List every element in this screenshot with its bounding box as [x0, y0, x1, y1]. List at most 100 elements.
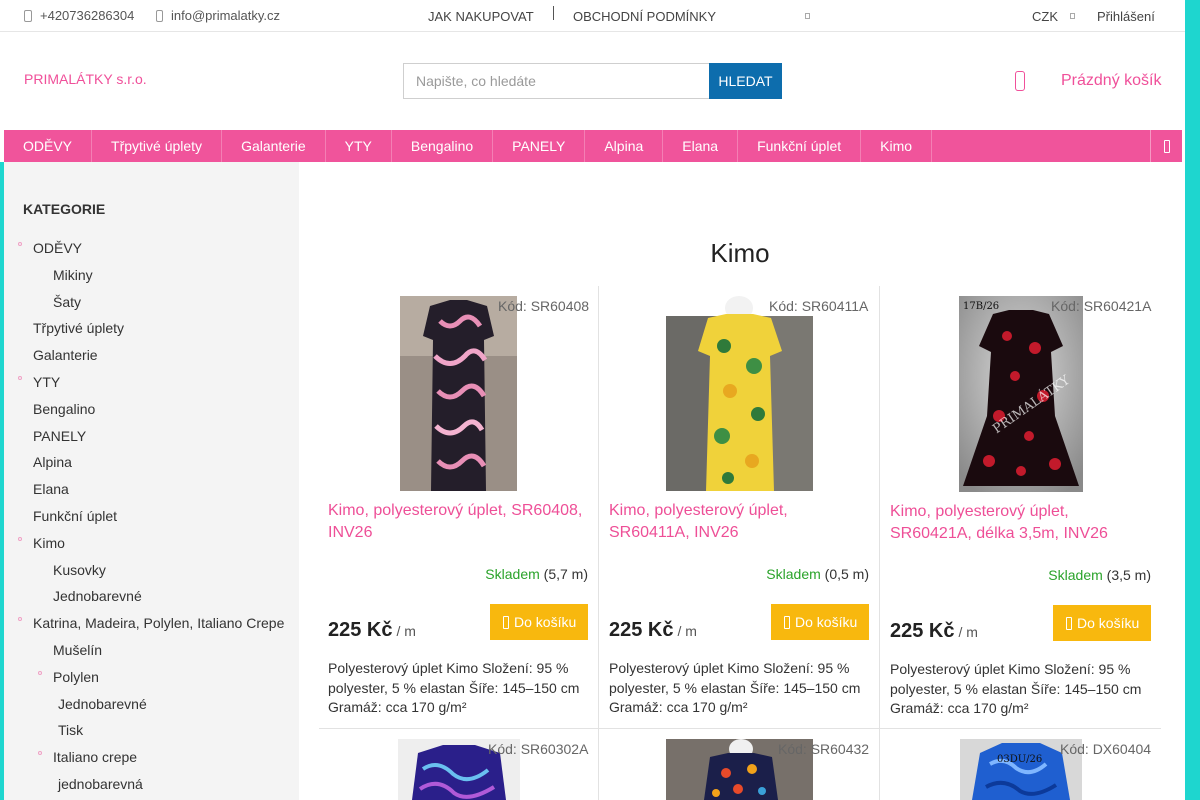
add-to-cart-button[interactable]: Do košíku — [1053, 605, 1151, 641]
sidebar-category-item[interactable]: Mušelín — [53, 642, 102, 658]
nav-item-funkcni-uplet[interactable]: Funkční úplet — [738, 130, 862, 162]
email-address: info@primalatky.cz — [171, 8, 281, 23]
sidebar-category-item[interactable]: YTY — [33, 374, 60, 390]
product-image[interactable]: 17B/26 PRIMALÁTKY — [959, 296, 1083, 492]
sidebar-category-item[interactable]: Jednobarevné — [58, 696, 147, 712]
sidebar-category-item[interactable]: Alpina — [33, 454, 72, 470]
price-value: 225 Kč — [609, 619, 674, 641]
terms-link[interactable]: OBCHODNÍ PODMÍNKY — [573, 9, 716, 24]
cart-label[interactable]: Prázdný košík — [1061, 72, 1161, 90]
nav-item-odevy[interactable]: ODĚVY — [4, 130, 93, 162]
product-stock: Skladem (0,5 m) — [609, 566, 869, 582]
how-to-buy-link[interactable]: JAK NAKUPOVAT — [428, 9, 534, 24]
nav-item-bengalino[interactable]: Bengalino — [392, 130, 494, 162]
cart-icon[interactable] — [1015, 71, 1025, 91]
category-sidebar: KATEGORIE ODĚVY Mikiny Šaty Třpytivé úplety… — [4, 162, 299, 800]
price-value: 225 Kč — [328, 619, 393, 641]
category-bullet-icon — [18, 536, 22, 541]
price-unit: / m — [958, 624, 978, 640]
category-bullet-icon — [18, 617, 22, 622]
nav-search-icon[interactable] — [1150, 130, 1182, 162]
sidebar-category-item[interactable]: Elana — [33, 481, 69, 497]
category-bullet-icon — [18, 376, 22, 380]
stock-status: Skladem — [485, 566, 540, 582]
product-price: 225 Kč / m — [890, 620, 978, 643]
phone-contact[interactable]: +420736286304 — [24, 8, 134, 23]
product-code: Kód: SR60302A — [488, 741, 589, 757]
currency-chevron-icon — [1070, 13, 1075, 19]
nav-item-kimo[interactable]: Kimo — [861, 130, 933, 162]
sidebar-category-item[interactable]: ODĚVY — [33, 240, 82, 256]
nav-item-elana[interactable]: Elana — [663, 130, 739, 162]
product-price: 225 Kč / m — [328, 619, 416, 642]
email-icon — [156, 9, 163, 22]
sidebar-category-item[interactable]: PANELY — [33, 428, 86, 444]
grid-divider — [879, 286, 880, 800]
sidebar-category-item[interactable]: Tisk — [58, 722, 83, 738]
product-description: Polyesterový úplet Kimo Složení: 95 % po… — [890, 661, 1142, 716]
product-stock: Skladem (5,7 m) — [328, 566, 588, 582]
category-bullet-icon — [38, 751, 42, 756]
product-name[interactable]: Kimo, polyesterový úplet, SR60421A, délk… — [890, 501, 1152, 545]
product-description: Polyesterový úplet Kimo Složení: 95 % po… — [328, 660, 580, 715]
small-icon[interactable] — [805, 13, 810, 19]
image-overlay-text: 17B/26 — [963, 301, 999, 312]
phone-icon — [24, 9, 32, 22]
price-unit: / m — [396, 623, 416, 639]
sidebar-category-item[interactable]: Mikiny — [53, 267, 93, 283]
site-logo[interactable]: PRIMALÁTKY s.r.o. — [24, 71, 147, 87]
product-code: Kód: SR60432 — [778, 741, 870, 757]
sidebar-category-item[interactable]: Italiano crepe — [53, 749, 137, 765]
main-nav: ODĚVY Třpytivé úplety Galanterie YTY Ben… — [4, 130, 1182, 162]
sidebar-category-item[interactable]: Šaty — [53, 294, 81, 310]
top-bar: +420736286304 info@primalatky.cz JAK NAK… — [0, 0, 1185, 32]
nav-item-trpytive-uplety[interactable]: Třpytivé úplety — [92, 130, 223, 162]
stock-status: Skladem — [1048, 567, 1103, 583]
sidebar-category-item[interactable]: Třpytivé úplety — [33, 320, 124, 336]
search-input[interactable] — [403, 63, 709, 99]
product-code: Kód: SR60411A — [769, 298, 869, 314]
image-overlay-text: 03DU/26 — [997, 754, 1042, 765]
sidebar-category-item[interactable]: Kimo — [33, 535, 65, 551]
price-unit: / m — [677, 623, 697, 639]
grid-divider — [319, 728, 1161, 729]
nav-item-alpina[interactable]: Alpina — [585, 130, 664, 162]
category-bullet-icon — [38, 670, 42, 675]
sidebar-category-item[interactable]: Polylen — [53, 669, 99, 685]
page-title: Kimo — [710, 238, 770, 268]
product-name[interactable]: Kimo, polyesterový úplet, SR60411A, INV2… — [609, 500, 871, 544]
category-bullet-icon — [18, 242, 22, 246]
nav-item-panely[interactable]: PANELY — [493, 130, 586, 162]
email-contact[interactable]: info@primalatky.cz — [156, 8, 280, 23]
phone-number: +420736286304 — [40, 8, 135, 23]
add-to-cart-button[interactable]: Do košíku — [490, 604, 588, 640]
nav-item-galanterie[interactable]: Galanterie — [222, 130, 326, 162]
product-description: Polyesterový úplet Kimo Složení: 95 % po… — [609, 660, 861, 715]
product-image[interactable] — [400, 296, 517, 491]
price-value: 225 Kč — [890, 620, 955, 642]
sidebar-category-item[interactable]: Kusovky — [53, 562, 106, 578]
grid-divider — [598, 286, 599, 800]
product-code: Kód: SR60421A — [1051, 298, 1152, 314]
sidebar-category-item[interactable]: Katrina, Madeira, Polylen, Italiano Crep… — [33, 615, 284, 631]
currency-select[interactable]: CZK — [1032, 9, 1058, 24]
search-button[interactable]: HLEDAT — [709, 63, 782, 99]
product-price: 225 Kč / m — [609, 619, 697, 642]
product-code: Kód: DX60404 — [1060, 741, 1152, 757]
product-name[interactable]: Kimo, polyesterový úplet, SR60408, INV26 — [328, 500, 590, 544]
sidebar-category-item[interactable]: Funkční úplet — [33, 508, 117, 524]
sidebar-title: KATEGORIE — [23, 201, 106, 217]
login-link[interactable]: Přihlášení — [1097, 9, 1155, 24]
search-form: HLEDAT — [403, 63, 782, 99]
sidebar-category-item[interactable]: jednobarevná — [58, 776, 143, 792]
sidebar-category-item[interactable]: Jednobarevné — [53, 588, 142, 604]
stock-quantity: (0,5 m) — [824, 566, 869, 582]
add-to-cart-button[interactable]: Do košíku — [771, 604, 869, 640]
product-image[interactable] — [666, 296, 813, 491]
stock-quantity: (5,7 m) — [543, 566, 588, 582]
stock-quantity: (3,5 m) — [1106, 567, 1151, 583]
topbar-separator — [553, 6, 554, 20]
sidebar-category-item[interactable]: Galanterie — [33, 347, 98, 363]
nav-item-yty[interactable]: YTY — [326, 130, 392, 162]
sidebar-category-item[interactable]: Bengalino — [33, 401, 95, 417]
